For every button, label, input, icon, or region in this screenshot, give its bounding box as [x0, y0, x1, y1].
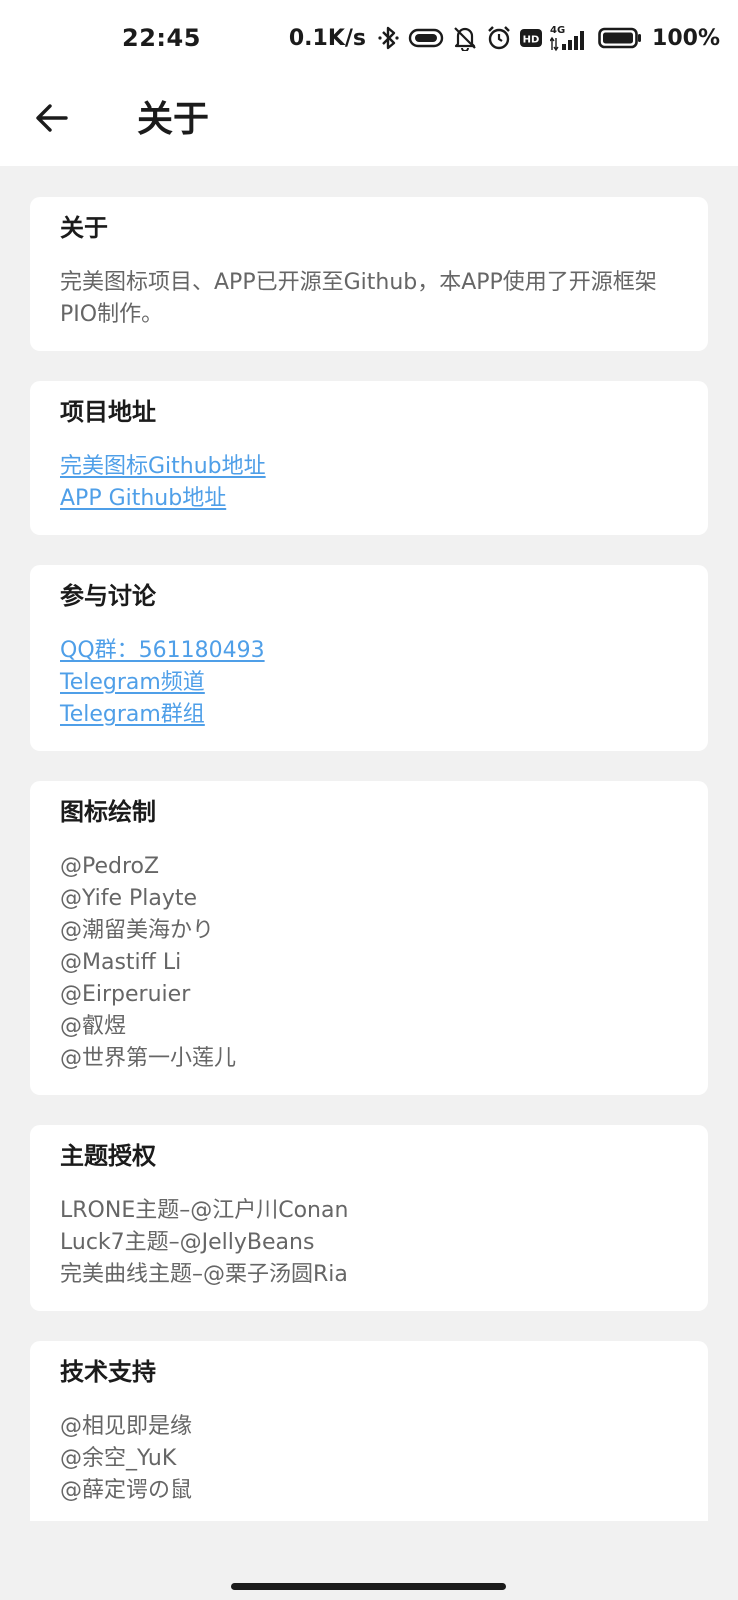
icon-project-github-link[interactable]: 完美图标Github地址 — [60, 451, 678, 483]
bluetooth-icon — [378, 25, 400, 51]
card-icon-drawing: 图标绘制 @PedroZ @Yife Playte @潮留美海かり @Masti… — [30, 781, 708, 1095]
theme-credit: LRONE主题–@江户川Conan — [60, 1198, 349, 1223]
card-project-address: 项目地址 完美图标Github地址 APP Github地址 — [30, 381, 708, 535]
contributor-name: @潮留美海かり — [60, 918, 215, 943]
battery-level: 100% — [652, 25, 720, 51]
supporter-name: @薛定谔の鼠 — [60, 1478, 193, 1503]
contributor-name: @Eirperuier — [60, 982, 191, 1007]
card-title: 技术支持 — [60, 1358, 156, 1386]
card-title: 参与讨论 — [60, 582, 156, 610]
contributor-name: @世界第一小莲儿 — [60, 1046, 237, 1071]
mute-icon — [452, 25, 478, 51]
battery-icon — [598, 27, 642, 49]
hd-icon: HD — [520, 28, 543, 48]
card-title: 关于 — [60, 214, 108, 242]
home-indicator[interactable] — [231, 1583, 506, 1590]
signal-icon: 4G — [550, 24, 590, 52]
card-title: 图标绘制 — [60, 798, 156, 826]
page-title: 关于 — [137, 99, 210, 140]
qq-group-link[interactable]: QQ群：561180493 — [60, 635, 678, 667]
app-bar: 关于 — [0, 80, 738, 166]
card-title: 项目地址 — [60, 398, 156, 426]
status-icons: 0.1K/s HD 4G 100% — [289, 20, 720, 56]
card-about: 关于 完美图标项目、APP已开源至Github，本APP使用了开源框架PIO制作… — [30, 197, 708, 351]
app-github-link[interactable]: APP Github地址 — [60, 483, 678, 515]
back-button[interactable] — [26, 94, 78, 146]
status-time: 22:45 — [122, 24, 201, 52]
network-speed: 0.1K/s — [288, 25, 367, 51]
card-theme-license: 主题授权 LRONE主题–@江户川Conan Luck7主题–@JellyBea… — [30, 1125, 708, 1311]
contributor-name: @Mastiff Li — [60, 950, 182, 975]
arrow-left-icon — [35, 103, 69, 137]
theme-credit: Luck7主题–@JellyBeans — [60, 1230, 315, 1255]
card-discussion: 参与讨论 QQ群：561180493 Telegram频道 Telegram群组 — [30, 565, 708, 751]
theme-credit: 完美曲线主题–@栗子汤圆Ria — [60, 1262, 348, 1287]
alarm-icon — [486, 25, 512, 51]
status-bar: 22:45 0.1K/s HD 4G 100% — [0, 0, 738, 80]
about-content[interactable]: 关于 完美图标项目、APP已开源至Github，本APP使用了开源框架PIO制作… — [30, 197, 708, 1551]
contributor-name: @Yife Playte — [60, 886, 198, 911]
supporter-name: @相见即是缘 — [60, 1414, 193, 1439]
network-type: 4G — [550, 25, 565, 36]
contributor-name: @叡煜 — [60, 1014, 127, 1039]
telegram-group-link[interactable]: Telegram群组 — [60, 699, 678, 731]
card-tech-support: 技术支持 @相见即是缘 @余空_YuK @薛定谔の鼠 — [30, 1341, 708, 1521]
vibrate-icon — [408, 27, 444, 49]
card-title: 主题授权 — [60, 1142, 156, 1170]
telegram-channel-link[interactable]: Telegram频道 — [60, 667, 678, 699]
about-description: 完美图标项目、APP已开源至Github，本APP使用了开源框架PIO制作。 — [60, 270, 657, 327]
contributor-name: @PedroZ — [60, 854, 160, 879]
supporter-name: @余空_YuK — [60, 1446, 177, 1471]
svg-text:HD: HD — [523, 35, 540, 46]
